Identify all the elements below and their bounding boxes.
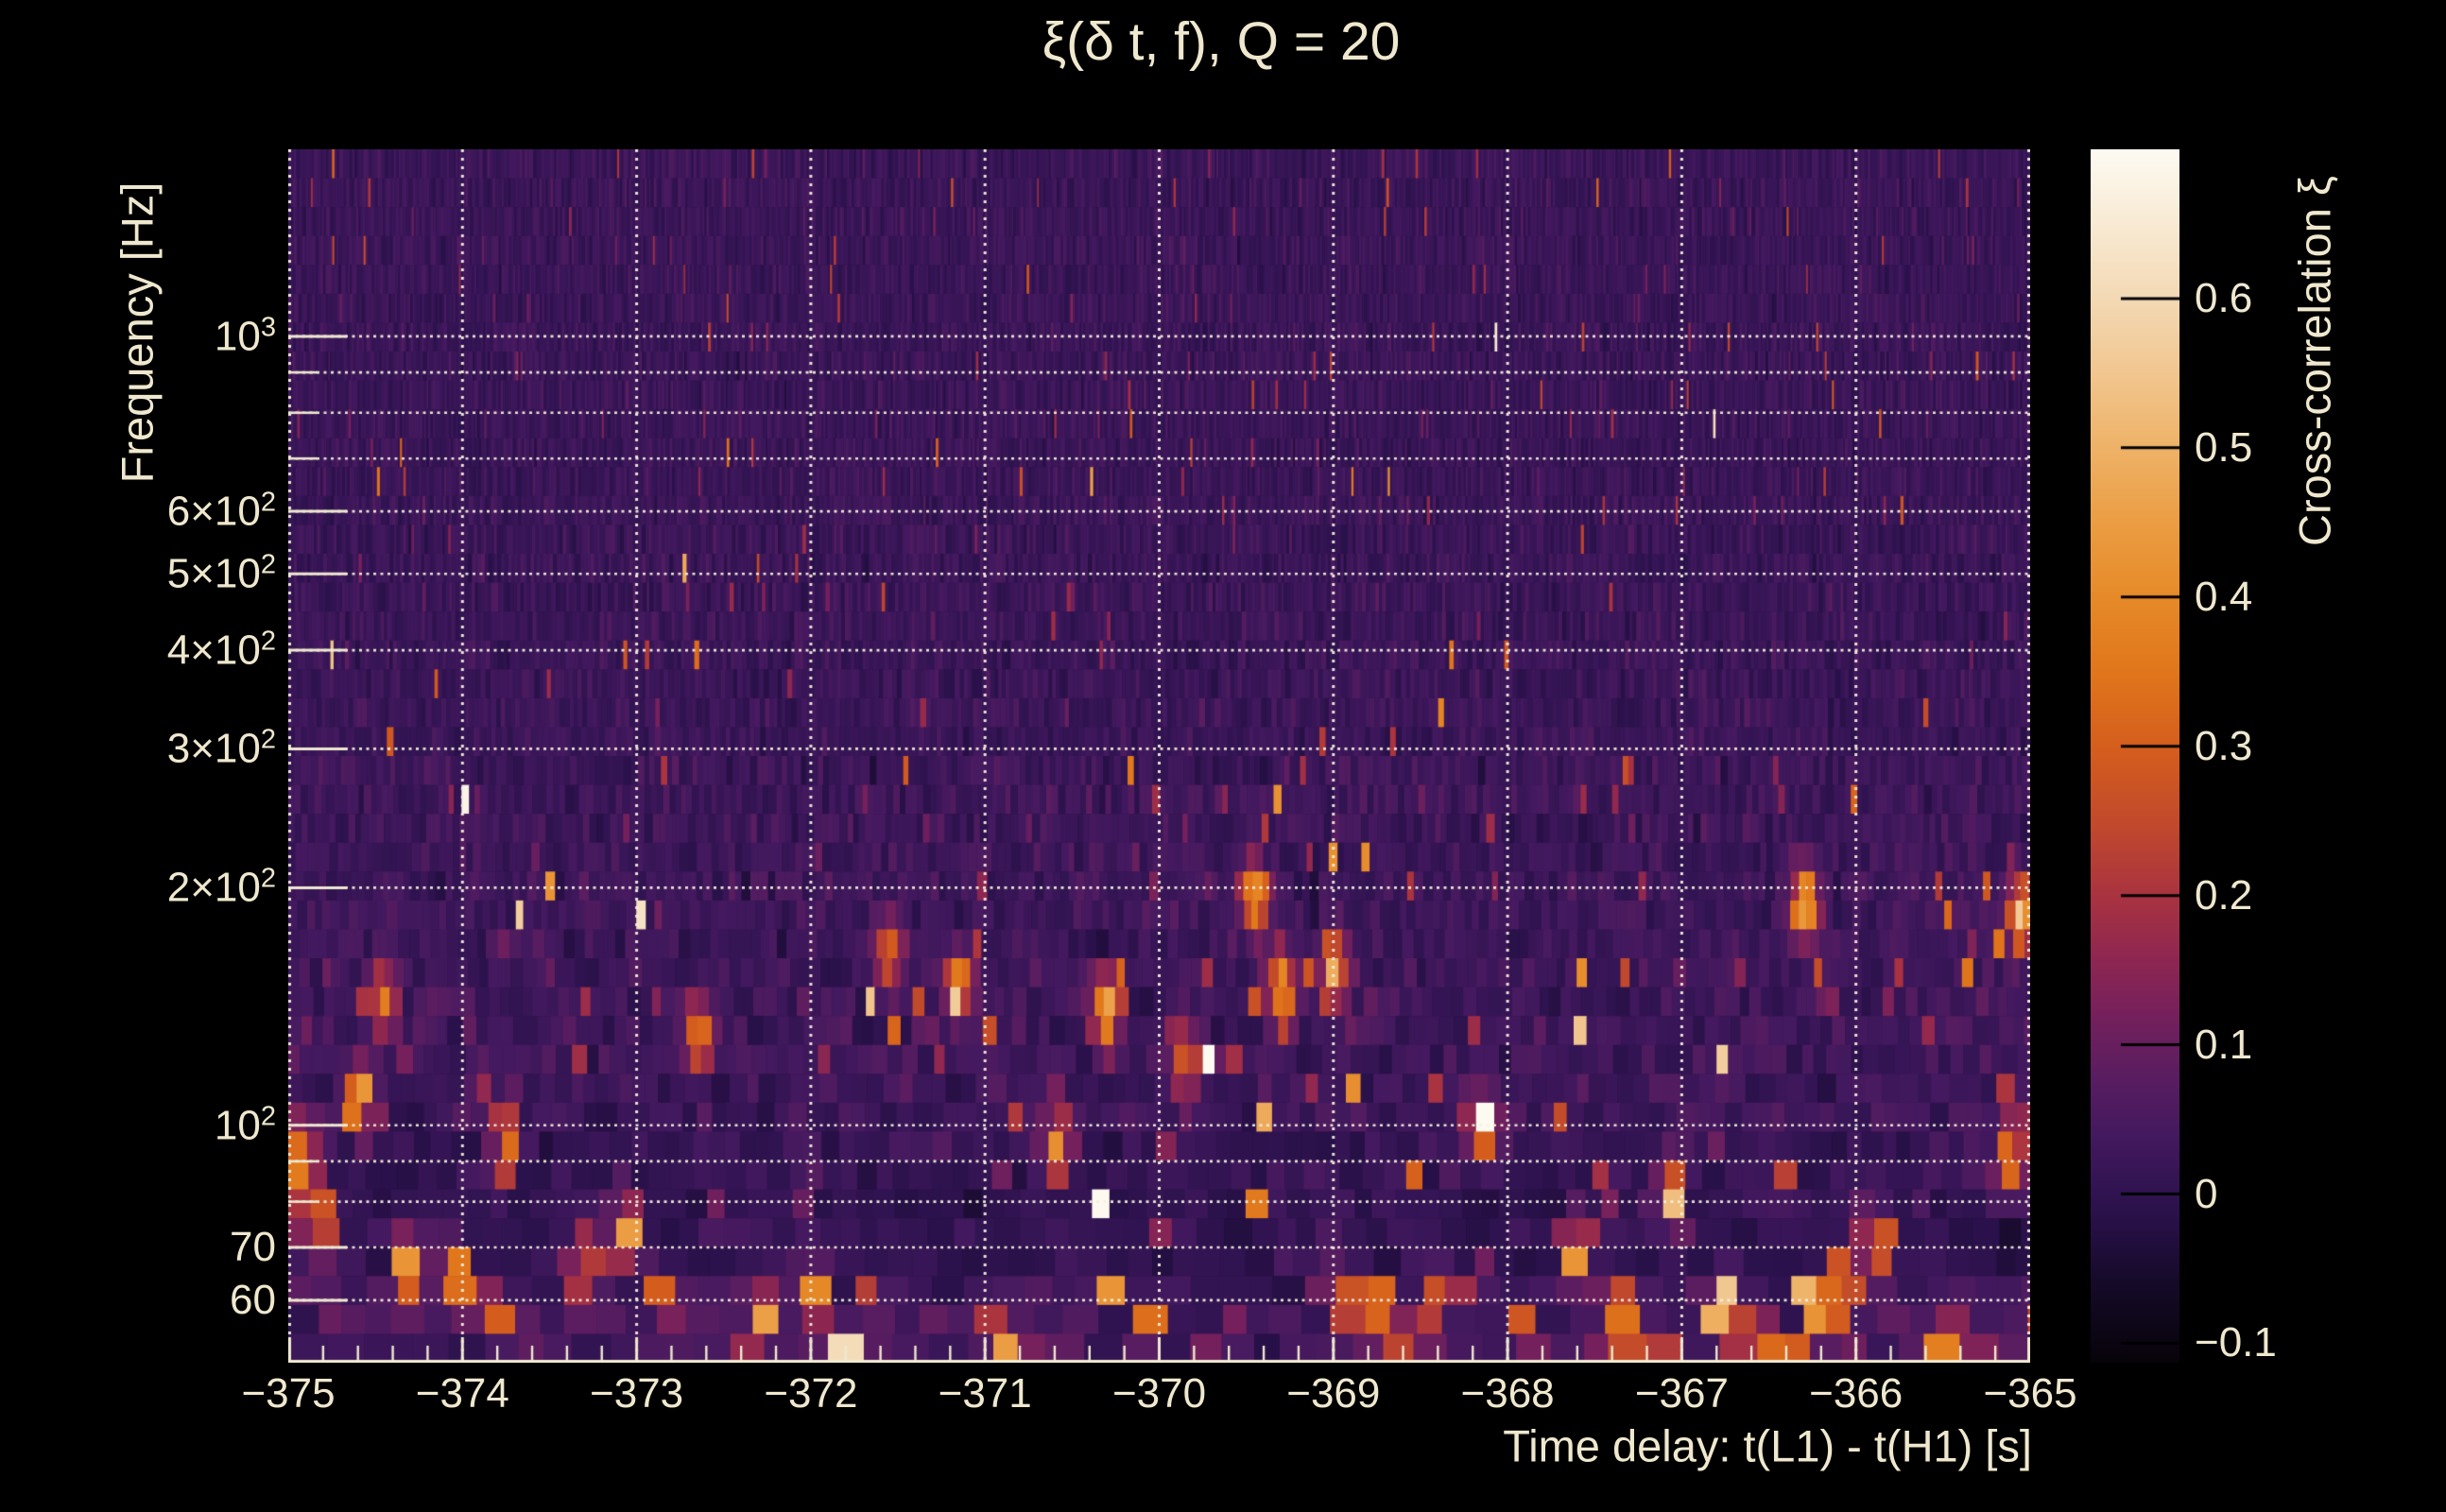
y-tick-label-60: 60 [230, 1277, 276, 1324]
x-tick-label--370: −370 [1112, 1370, 1206, 1418]
frequency-axis-label: Frequency [Hz] [112, 182, 164, 484]
figure-root: { "figure": { "background": "#000000", "… [0, 0, 2446, 1512]
colorbar-label: Cross-correlation ξ [2289, 176, 2341, 546]
colorbar-tick-label-0.3: 0.3 [2195, 723, 2252, 770]
figure-title: ξ(δ t, f), Q = 20 [1042, 10, 1401, 73]
time-axis-label: Time delay: t(L1) - t(H1) [s] [1503, 1420, 2032, 1472]
heatmap-canvas [288, 149, 2030, 1363]
colorbar-tick-label-0.4: 0.4 [2195, 574, 2252, 621]
colorbar-tick-label-0.1: 0.1 [2195, 1022, 2252, 1069]
y-tick-label-1000: 103 [215, 312, 276, 360]
colorbar-tick-label-0: 0 [2195, 1171, 2217, 1218]
x-tick-label--365: −365 [1983, 1370, 2076, 1418]
x-tick-label--372: −372 [764, 1370, 857, 1418]
x-tick-label--369: −369 [1286, 1370, 1380, 1418]
y-tick-label-400: 4×102 [167, 627, 276, 675]
colorbar-tick-label-0.6: 0.6 [2195, 275, 2252, 322]
y-tick-label-500: 5×102 [167, 550, 276, 598]
x-tick-label--367: −367 [1635, 1370, 1729, 1418]
y-tick-label-70: 70 [230, 1224, 276, 1271]
y-tick-label-200: 2×102 [167, 864, 276, 912]
x-tick-label--375: −375 [241, 1370, 335, 1418]
x-tick-label--374: −374 [416, 1370, 509, 1418]
x-tick-label--366: −366 [1809, 1370, 1903, 1418]
x-tick-label--368: −368 [1461, 1370, 1555, 1418]
y-tick-label-300: 3×102 [167, 725, 276, 773]
y-tick-label-600: 6×102 [167, 488, 276, 536]
y-tick-label-100: 102 [215, 1101, 276, 1149]
colorbar-canvas [2091, 149, 2179, 1363]
colorbar-tick-label--0.1: −0.1 [2195, 1319, 2277, 1366]
colorbar-tick-label-0.5: 0.5 [2195, 424, 2252, 472]
x-tick-label--373: −373 [590, 1370, 683, 1418]
colorbar-tick-label-0.2: 0.2 [2195, 872, 2252, 919]
x-tick-label--371: −371 [939, 1370, 1032, 1418]
